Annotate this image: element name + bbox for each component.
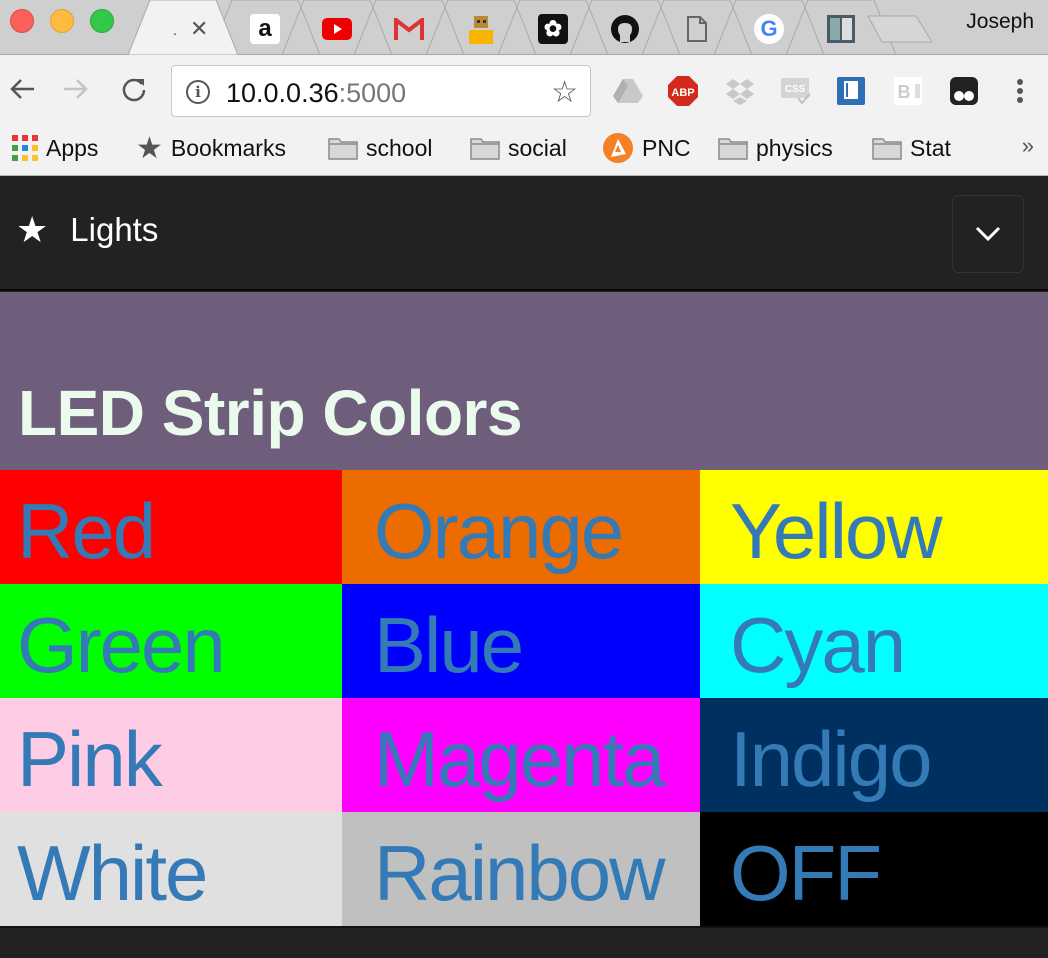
color-label: Indigo xyxy=(730,715,933,803)
color-label: Green xyxy=(17,601,226,689)
bookmark-label: physics xyxy=(756,134,833,161)
color-label: Blue xyxy=(374,601,524,689)
reload-icon xyxy=(122,78,146,102)
color-button-white[interactable]: White xyxy=(0,812,342,926)
apps-grid-icon xyxy=(12,135,38,161)
star-icon: ★ xyxy=(136,131,163,165)
site-info-icon[interactable]: i xyxy=(186,80,210,104)
color-label: Yellow xyxy=(730,487,943,575)
browser-toolbar: i 10.0.0.36:5000 ☆ ABP CSS B xyxy=(0,55,1048,125)
github-icon xyxy=(610,14,640,44)
tab-active[interactable]: . ✕ xyxy=(127,0,239,56)
robot-icon xyxy=(466,14,496,44)
color-label: Rainbow xyxy=(374,829,666,917)
folder-icon xyxy=(470,138,500,160)
bookmark-folder-stat[interactable]: Stat xyxy=(872,133,951,163)
bookmark-bookmarks[interactable]: ★ Bookmarks xyxy=(136,131,286,165)
folder-icon xyxy=(872,138,902,160)
color-label: Red xyxy=(17,487,156,575)
brand-title: Lights xyxy=(70,211,159,248)
adblock-plus-icon[interactable]: ABP xyxy=(667,75,699,107)
page-footer xyxy=(0,926,1048,958)
color-button-blue[interactable]: Blue xyxy=(342,584,700,698)
window-zoom-button[interactable] xyxy=(90,9,114,33)
navbar-brand[interactable]: ★ Lights xyxy=(16,211,158,249)
google-drive-icon[interactable] xyxy=(612,75,644,107)
url-port: :5000 xyxy=(338,78,407,108)
bookmark-label: school xyxy=(366,134,433,161)
svg-text:B: B xyxy=(898,82,911,102)
amazon-icon: a xyxy=(250,14,280,44)
bookmark-label: Bookmarks xyxy=(170,134,286,161)
page-title: LED Strip Colors xyxy=(18,377,523,449)
jumbotron: LED Strip Colors xyxy=(0,292,1048,470)
color-label: OFF xyxy=(730,829,882,917)
dropbox-icon[interactable] xyxy=(724,75,756,107)
css-validator-icon[interactable]: CSS xyxy=(780,75,812,107)
color-button-magenta[interactable]: Magenta xyxy=(342,698,700,812)
bookmark-label: social xyxy=(508,134,567,161)
folder-icon xyxy=(718,138,748,160)
bookmark-label: Apps xyxy=(46,134,99,161)
new-tab-button[interactable] xyxy=(866,14,938,44)
color-label: Pink xyxy=(17,715,163,803)
bookmark-pnc[interactable]: PNC xyxy=(602,133,691,163)
color-label: Magenta xyxy=(374,715,666,803)
app-navbar: ★ Lights xyxy=(0,177,1048,291)
screen-recorder-icon[interactable]: B xyxy=(892,75,924,107)
color-button-orange[interactable]: Orange xyxy=(342,470,700,584)
bookmark-label: PNC xyxy=(642,134,691,161)
tampermonkey-icon[interactable] xyxy=(948,75,980,107)
svg-text:ABP: ABP xyxy=(671,87,694,99)
gmail-icon xyxy=(394,14,424,44)
color-button-red[interactable]: Red xyxy=(0,470,342,584)
forward-arrow-icon xyxy=(64,79,88,99)
back-button[interactable] xyxy=(4,71,40,107)
color-button-rainbow[interactable]: Rainbow xyxy=(342,812,700,926)
google-icon: G xyxy=(754,14,784,44)
browser-menu-button[interactable] xyxy=(1010,75,1030,107)
sheets-icon xyxy=(826,14,856,44)
profile-name[interactable]: Joseph xyxy=(966,10,1034,34)
bookmark-folder-physics[interactable]: physics xyxy=(718,133,833,163)
window-minimize-button[interactable] xyxy=(50,9,74,33)
chevron-down-icon xyxy=(975,226,1001,242)
navbar-toggle-button[interactable] xyxy=(952,195,1024,273)
color-button-off[interactable]: OFF xyxy=(700,812,1048,926)
bookmark-star-icon[interactable]: ☆ xyxy=(551,75,578,110)
color-grid: Red Orange Yellow Green Blue Cyan Pink M… xyxy=(0,470,1048,926)
color-button-pink[interactable]: Pink xyxy=(0,698,342,812)
bookmark-label: Stat xyxy=(910,134,951,161)
bookmark-folder-social[interactable]: social xyxy=(470,133,567,163)
window-close-button[interactable] xyxy=(10,9,34,33)
forward-button[interactable] xyxy=(58,71,94,107)
tab-title: . xyxy=(173,22,177,38)
color-button-yellow[interactable]: Yellow xyxy=(700,470,1048,584)
bookmark-apps[interactable]: Apps xyxy=(12,133,98,163)
color-label: Orange xyxy=(374,487,624,575)
url-host: 10.0.0.36 xyxy=(226,78,339,108)
pnc-icon xyxy=(603,133,633,163)
bookmark-folder-school[interactable]: school xyxy=(328,133,432,163)
folder-icon xyxy=(328,138,358,160)
url-text[interactable]: 10.0.0.36:5000 xyxy=(226,78,406,109)
color-label: Cyan xyxy=(730,601,906,689)
star-icon: ★ xyxy=(16,209,49,250)
color-button-green[interactable]: Green xyxy=(0,584,342,698)
svg-text:CSS: CSS xyxy=(785,84,806,95)
color-label: White xyxy=(17,829,208,917)
tab-close-icon[interactable]: ✕ xyxy=(190,16,208,42)
adafruit-icon: ✿ xyxy=(538,14,568,44)
address-bar[interactable]: i 10.0.0.36:5000 ☆ xyxy=(171,65,591,117)
youtube-icon xyxy=(322,14,352,44)
reload-button[interactable] xyxy=(116,71,152,107)
bookmark-manager-icon[interactable] xyxy=(835,75,867,107)
color-button-indigo[interactable]: Indigo xyxy=(700,698,1048,812)
blank-page-icon xyxy=(682,14,712,44)
color-button-cyan[interactable]: Cyan xyxy=(700,584,1048,698)
back-arrow-icon xyxy=(10,79,34,99)
browser-tab-strip: . ✕ a ✿ G Joseph xyxy=(0,0,1048,56)
bookmarks-bar: Apps ★ Bookmarks school social PNC physi… xyxy=(0,125,1048,176)
bookmarks-overflow-button[interactable]: » xyxy=(1022,133,1034,159)
